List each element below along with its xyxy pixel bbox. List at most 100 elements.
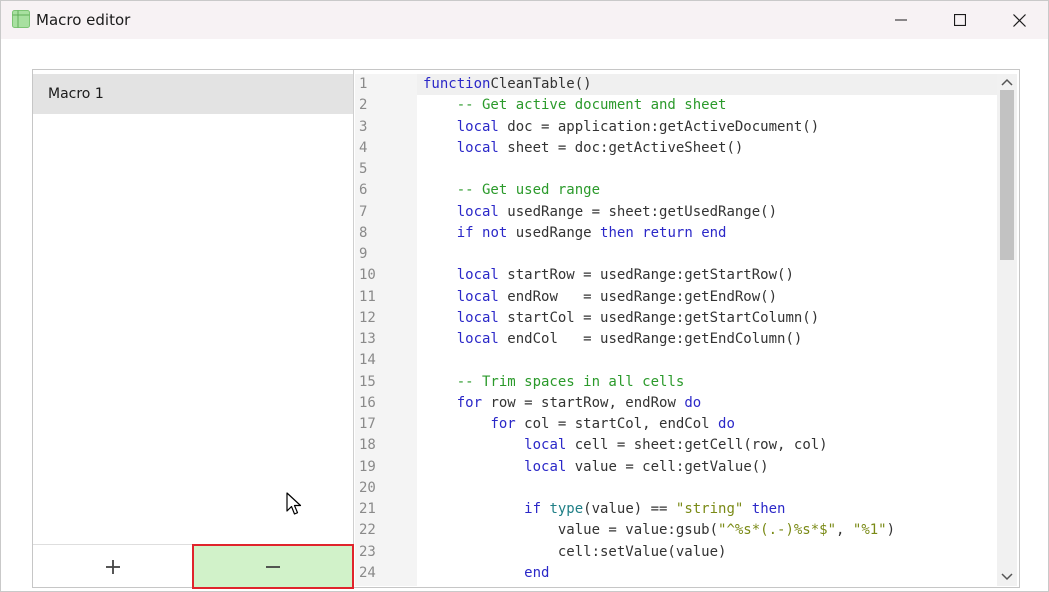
- code-line[interactable]: 23 cell:setValue(value): [355, 542, 1019, 563]
- code-line[interactable]: 22 value = value:gsub("^%s*(.-)%s*$", "%…: [355, 520, 1019, 541]
- code-token: type: [549, 501, 584, 517]
- code-line[interactable]: 13 local endCol = usedRange:getEndColumn…: [355, 329, 1019, 350]
- code-text: -- Get active document and sheet: [423, 95, 727, 116]
- code-line[interactable]: 24 end: [355, 563, 1019, 584]
- minimize-button[interactable]: [872, 1, 930, 39]
- code-token: local: [456, 139, 499, 156]
- editor-panel: Macro 1 1 functionCleanTable() 2 -- Get ac…: [32, 69, 1020, 589]
- code-text: local startRow = usedRange:getStartRow(): [423, 265, 794, 286]
- code-token: local: [456, 203, 499, 220]
- code-token: value = value:gsub(: [423, 522, 719, 539]
- code-line[interactable]: 11 local endRow = usedRange:getEndRow(): [355, 287, 1019, 308]
- code-text: for col = startCol, endCol do: [423, 414, 735, 435]
- code-line[interactable]: 5: [355, 159, 1019, 180]
- code-token: -- Get active document and sheet: [456, 97, 727, 114]
- macro-list-toolbar: [33, 544, 354, 589]
- scroll-down-icon[interactable]: [1001, 572, 1013, 582]
- line-number: 18: [359, 437, 376, 454]
- code-text: local endRow = usedRange:getEndRow(): [423, 287, 777, 308]
- code-line[interactable]: 9: [355, 244, 1019, 265]
- macro-editor-window: Macro editor Macro 1 1 functionCleanTabl…: [0, 0, 1049, 592]
- code-line[interactable]: 4 local sheet = doc:getActiveSheet(): [355, 138, 1019, 159]
- add-macro-button[interactable]: [33, 545, 192, 588]
- code-text: local usedRange = sheet:getUsedRange(): [423, 202, 777, 223]
- code-token: startCol = usedRange:getStartColumn(): [498, 309, 820, 326]
- code-token: usedRange = sheet:getUsedRange(): [498, 203, 778, 220]
- code-token: function: [423, 76, 491, 92]
- code-line[interactable]: 17 for col = startCol, endCol do: [355, 414, 1019, 435]
- code-token: local: [524, 458, 567, 475]
- code-line[interactable]: 8 if not usedRange then return end: [355, 223, 1019, 244]
- code-line[interactable]: 15 -- Trim spaces in all cells: [355, 372, 1019, 393]
- code-token: ): [886, 522, 896, 539]
- line-number: 21: [359, 501, 376, 517]
- code-text: local sheet = doc:getActiveSheet(): [423, 138, 744, 159]
- code-text: if type(value) == "string" then: [423, 499, 785, 520]
- code-editor[interactable]: 1 functionCleanTable() 2 -- Get active doc…: [355, 70, 1019, 587]
- code-token: CleanTable(): [490, 76, 592, 92]
- code-text: local value = cell:getValue(): [423, 457, 769, 478]
- code-line[interactable]: 21 if type(value) == "string" then: [355, 499, 1019, 520]
- code-token: ,: [836, 522, 853, 539]
- line-number: 9: [359, 246, 368, 262]
- window-title: Macro editor: [36, 11, 131, 29]
- code-line[interactable]: 18 local cell = sheet:getCell(row, col): [355, 435, 1019, 456]
- macro-list-item[interactable]: Macro 1: [33, 74, 353, 114]
- code-line[interactable]: 12 local startCol = usedRange:getStartCo…: [355, 308, 1019, 329]
- line-number: 20: [359, 479, 376, 496]
- code-token: row = startRow, endRow: [482, 394, 685, 411]
- code-line[interactable]: 6 -- Get used range: [355, 180, 1019, 201]
- maximize-button[interactable]: [931, 1, 989, 39]
- line-number: 19: [359, 458, 376, 475]
- code-token: do: [718, 416, 735, 432]
- code-token: doc = application:getActiveDocument(): [498, 118, 820, 135]
- code-token: return: [642, 224, 693, 241]
- line-number: 8: [359, 224, 368, 241]
- code-token: "%1": [852, 522, 887, 539]
- scrollbar-thumb[interactable]: [1000, 90, 1014, 260]
- code-line[interactable]: 19 local value = cell:getValue(): [355, 457, 1019, 478]
- vertical-scrollbar[interactable]: [997, 74, 1017, 586]
- code-token: usedRange: [507, 224, 601, 241]
- code-token: cell = sheet:getCell(row, col): [566, 437, 828, 454]
- code-token: not: [482, 224, 508, 241]
- code-line[interactable]: 14: [355, 350, 1019, 371]
- code-line[interactable]: 2 -- Get active document and sheet: [355, 95, 1019, 116]
- code-line[interactable]: 3 local doc = application:getActiveDocum…: [355, 117, 1019, 138]
- code-token: cell:setValue(value): [423, 543, 727, 560]
- code-text: local startCol = usedRange:getStartColum…: [423, 308, 819, 329]
- macro-item-label: Macro 1: [48, 86, 104, 102]
- code-token: end: [701, 224, 727, 241]
- code-token: then: [751, 501, 786, 517]
- title-bar: Macro editor: [1, 1, 1048, 39]
- remove-macro-button[interactable]: [192, 544, 354, 589]
- code-token: value = cell:getValue(): [566, 458, 769, 475]
- line-number: 6: [359, 182, 368, 199]
- code-line[interactable]: 7 local usedRange = sheet:getUsedRange(): [355, 202, 1019, 223]
- code-line[interactable]: 16 for row = startRow, endRow do: [355, 393, 1019, 414]
- line-number: 14: [359, 352, 376, 369]
- code-text: local doc = application:getActiveDocumen…: [423, 117, 819, 138]
- code-token: (value) ==: [583, 501, 676, 517]
- plus-icon: [105, 559, 120, 574]
- code-line[interactable]: 10 local startRow = usedRange:getStartRo…: [355, 265, 1019, 286]
- code-token: -- Trim spaces in all cells: [456, 373, 685, 390]
- close-button[interactable]: [990, 1, 1048, 39]
- scroll-up-icon[interactable]: [1001, 77, 1013, 87]
- close-icon: [1012, 13, 1026, 27]
- code-text: end: [423, 563, 549, 584]
- code-line[interactable]: 20: [355, 478, 1019, 499]
- minimize-icon: [895, 19, 907, 21]
- line-number: 1: [359, 76, 368, 92]
- code-token: "^%s*(.-)%s*$": [718, 522, 837, 539]
- code-line[interactable]: 1 functionCleanTable(): [355, 74, 1019, 95]
